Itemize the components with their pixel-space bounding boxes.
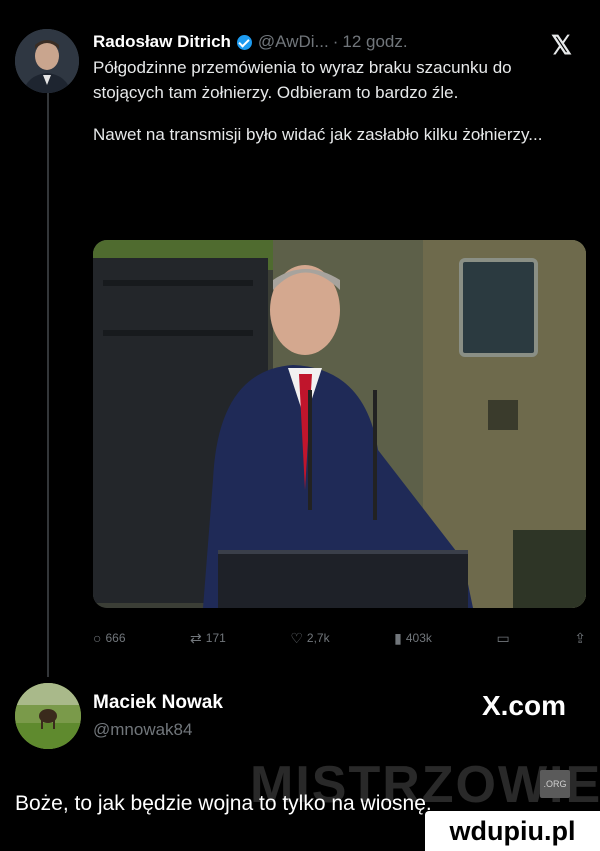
repost-button[interactable]: ⇄ 171	[190, 630, 226, 647]
author-handle[interactable]: @AwDi...	[258, 32, 329, 52]
author-name[interactable]: Radosław Ditrich	[93, 32, 231, 52]
like-button[interactable]: ♡ 2,7k	[290, 630, 329, 647]
reply-count: 666	[105, 631, 126, 645]
share-icon: ⇪	[574, 629, 586, 646]
thread-line	[47, 92, 49, 677]
tweet-time[interactable]: 12 godz.	[342, 32, 407, 52]
separator: ·	[332, 32, 339, 51]
tweet-header: Radosław Ditrich @AwDi... · 12 godz.	[93, 30, 580, 54]
reply-author-avatar[interactable]	[15, 683, 81, 749]
repost-icon: ⇄	[190, 629, 202, 646]
views-button[interactable]: ▮ 403k	[394, 630, 432, 647]
photo-image	[93, 240, 586, 608]
bookmark-icon: ▭	[496, 629, 510, 646]
chart-icon: ▮	[394, 629, 402, 646]
tweet-photo[interactable]	[93, 240, 586, 608]
reply-avatar-image	[15, 683, 81, 749]
author-avatar-image	[15, 29, 79, 93]
comment-icon: ○	[93, 630, 102, 646]
repost-count: 171	[205, 631, 226, 645]
tweet-actions: ○ 666 ⇄ 171 ♡ 2,7k ▮ 403k ▭ ⇪	[93, 628, 586, 648]
author-avatar[interactable]	[15, 29, 79, 93]
reply-text: Boże, to jak będzie wojna to tylko na wi…	[15, 792, 432, 815]
heart-icon: ♡	[290, 629, 303, 646]
tweet-body: Półgodzinne przemówienia to wyraz braku …	[93, 56, 563, 166]
reply-author-handle[interactable]: @mnowak84	[93, 720, 192, 740]
verified-badge-icon	[236, 34, 252, 50]
like-count: 2,7k	[306, 631, 330, 645]
tweet-text-paragraph-2: Nawet na transmisji było widać jak zasła…	[93, 125, 543, 144]
views-count: 403k	[405, 631, 432, 645]
share-button[interactable]: ⇪	[574, 630, 586, 647]
watermark-badge: .ORG	[540, 770, 570, 798]
reply-author-name[interactable]: Maciek Nowak	[93, 692, 223, 714]
footer-site-label: wdupiu.pl	[425, 811, 600, 851]
source-label: X.com	[481, 690, 566, 721]
bookmark-button[interactable]: ▭	[496, 630, 509, 647]
tweet-text-paragraph-1: Półgodzinne przemówienia to wyraz braku …	[93, 58, 512, 102]
reply-button[interactable]: ○ 666	[93, 630, 126, 646]
